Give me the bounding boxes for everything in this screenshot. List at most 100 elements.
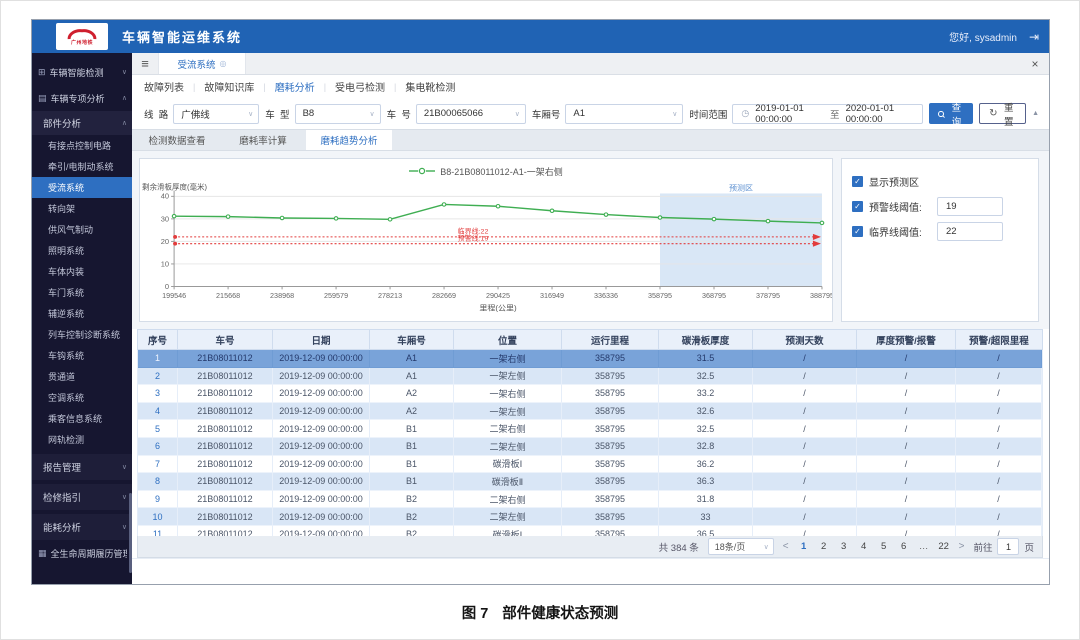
table-cell: / (956, 403, 1042, 421)
x-tick-label: 316949 (540, 293, 564, 300)
guangzhou-metro-logo: 广州地铁 (56, 23, 108, 50)
reset-button[interactable]: ↻ 重置 (979, 103, 1026, 124)
sidebar-item[interactable]: 车体内装 (32, 261, 132, 282)
page-button[interactable]: 3 (838, 541, 850, 552)
module-tab[interactable]: 故障列表 (144, 79, 184, 94)
page-button[interactable]: 6 (898, 541, 910, 552)
sidebar-item[interactable]: 空调系统 (32, 387, 132, 408)
page-size-select[interactable]: 18条/页 ∨ (708, 538, 774, 555)
logout-icon[interactable]: ⇥ (1029, 30, 1039, 44)
sidebar-item[interactable]: 牵引/电制动系统 (32, 156, 132, 177)
table-cell: 2 (138, 368, 178, 386)
sidebar-item[interactable]: ▦全生命周期履历管理 (32, 540, 132, 566)
table-row[interactable]: 821B080110122019-12-09 00:00:00B1碳滑板Ⅱ358… (138, 473, 1042, 491)
legend-marker-icon (409, 167, 435, 175)
table-cell: 21B08011012 (178, 403, 273, 421)
table-cell: 33.2 (659, 385, 753, 403)
page-button[interactable]: 22 (938, 541, 950, 552)
module-tab[interactable]: 磨耗分析 (275, 79, 315, 94)
close-icon[interactable]: × (1021, 53, 1049, 74)
critical-threshold-checkbox[interactable]: ✓ (852, 226, 863, 237)
time-range-input[interactable]: ◷ 2019-01-01 00:00:00 至 2020-01-01 00:00… (732, 104, 923, 124)
table-cell: 4 (138, 403, 178, 421)
sidebar-item[interactable]: 检修指引∨ (32, 484, 132, 510)
sidebar-item[interactable]: 贯通道 (32, 366, 132, 387)
next-page-button[interactable]: > (959, 541, 965, 552)
table-row[interactable]: 521B080110122019-12-09 00:00:00B1二架右侧358… (138, 420, 1042, 438)
window-tab-active[interactable]: 受流系统 ◎ (158, 53, 246, 74)
critical-threshold-label: 临界线阈值: (869, 224, 931, 239)
show-prediction-checkbox[interactable]: ✓ (852, 176, 863, 187)
metro-logo-icon (66, 28, 98, 40)
sub-tab[interactable]: 磨耗趋势分析 (306, 130, 392, 150)
sidebar-item[interactable]: 车门系统 (32, 282, 132, 303)
sidebar-item[interactable]: ▤车辆专项分析∧ (32, 85, 132, 111)
sidebar-item[interactable]: 转向架 (32, 198, 132, 219)
table-cell: 358795 (562, 508, 659, 526)
table-cell: 2019-12-09 00:00:00 (273, 385, 370, 403)
sidebar-item[interactable]: 乘客信息系统 (32, 408, 132, 429)
sidebar-item[interactable]: 网轨检测 (32, 429, 132, 450)
table-row[interactable]: 1021B080110122019-12-09 00:00:00B2二架左侧35… (138, 508, 1042, 526)
table-row[interactable]: 1121B080110122019-12-09 00:00:00B2碳滑板Ⅰ35… (138, 526, 1042, 536)
column-header: 预测天数 (753, 330, 857, 349)
collapse-filters-icon[interactable]: ▲ (1032, 110, 1039, 117)
critical-threshold-input[interactable]: 22 (937, 222, 1003, 241)
search-button[interactable]: 查询 (929, 103, 973, 124)
table-row[interactable]: 621B080110122019-12-09 00:00:00B1二架左侧358… (138, 438, 1042, 456)
sub-tab[interactable]: 磨耗率计算 (220, 130, 306, 150)
warn-threshold-input[interactable]: 19 (937, 197, 1003, 216)
sidebar-item[interactable]: ⊞车辆智能检测∨ (32, 59, 132, 85)
table-row[interactable]: 421B080110122019-12-09 00:00:00A2一架左侧358… (138, 403, 1042, 421)
warn-threshold-checkbox[interactable]: ✓ (852, 201, 863, 212)
table-cell: 21B08011012 (178, 385, 273, 403)
chevron-down-icon: ∨ (122, 463, 127, 471)
page-button[interactable]: 5 (878, 541, 890, 552)
line-select[interactable]: 广佛线 ∨ (173, 104, 259, 124)
prediction-zone-label: 预测区 (729, 183, 753, 193)
table-cell: 2019-12-09 00:00:00 (273, 473, 370, 491)
sidebar-item[interactable]: 部件分析∧ (32, 111, 132, 135)
module-tab[interactable]: 集电靴检测 (405, 79, 455, 94)
sub-tab[interactable]: 检测数据查看 (134, 130, 220, 150)
table-cell: 358795 (562, 491, 659, 509)
sidebar-item[interactable]: 照明系统 (32, 240, 132, 261)
sidebar-item[interactable]: 供风气制动 (32, 219, 132, 240)
train-select[interactable]: 21B00065066 ∨ (416, 104, 526, 124)
page-button[interactable]: 2 (818, 541, 830, 552)
table-row[interactable]: 321B080110122019-12-09 00:00:00A2一架右侧358… (138, 385, 1042, 403)
sidebar-item[interactable]: 能耗分析∨ (32, 514, 132, 540)
table-cell: / (956, 368, 1042, 386)
module-tab[interactable]: 故障知识库 (204, 79, 254, 94)
sidebar-item[interactable]: 列车控制诊断系统 (32, 324, 132, 345)
series-point (226, 215, 230, 218)
sidebar-item[interactable]: 受流系统 (32, 177, 132, 198)
x-tick-label: 290425 (486, 293, 510, 300)
sidebar-item[interactable]: 车钩系统 (32, 345, 132, 366)
table-row[interactable]: 921B080110122019-12-09 00:00:00B2二架右侧358… (138, 491, 1042, 509)
table-row[interactable]: 721B080110122019-12-09 00:00:00B1碳滑板Ⅰ358… (138, 456, 1042, 474)
page-button[interactable]: 1 (798, 541, 810, 552)
sidebar-item[interactable]: 辅逆系统 (32, 303, 132, 324)
sidebar-item[interactable]: 报告管理∨ (32, 454, 132, 480)
table-cell: / (753, 438, 857, 456)
carriage-select[interactable]: A1 ∨ (565, 104, 683, 124)
sidebar-item-label: 车门系统 (48, 286, 84, 299)
prev-page-button[interactable]: < (783, 541, 789, 552)
page-button[interactable]: 4 (858, 541, 870, 552)
sidebar: ⊞车辆智能检测∨▤车辆专项分析∧部件分析∧有接点控制电路牵引/电制动系统受流系统… (32, 53, 132, 584)
table-cell: 碳滑板Ⅰ (454, 526, 562, 536)
table-row[interactable]: 121B080110122019-12-09 00:00:00A1一架右侧358… (138, 350, 1042, 368)
goto-page-input[interactable]: 1 (997, 538, 1019, 555)
table-row[interactable]: 221B080110122019-12-09 00:00:00A1一架左侧358… (138, 368, 1042, 386)
module-tab[interactable]: 受电弓检测 (335, 79, 385, 94)
model-select[interactable]: B8 ∨ (295, 104, 381, 124)
hamburger-icon[interactable]: ≡ (132, 53, 158, 74)
table-cell: 32.5 (659, 420, 753, 438)
page-size-value: 18条/页 (715, 540, 746, 553)
model-label: 车 型 (265, 107, 289, 121)
sidebar-item[interactable]: 有接点控制电路 (32, 135, 132, 156)
table-cell: 2019-12-09 00:00:00 (273, 491, 370, 509)
y-tick-label: 20 (161, 237, 169, 246)
table-cell: / (956, 385, 1042, 403)
